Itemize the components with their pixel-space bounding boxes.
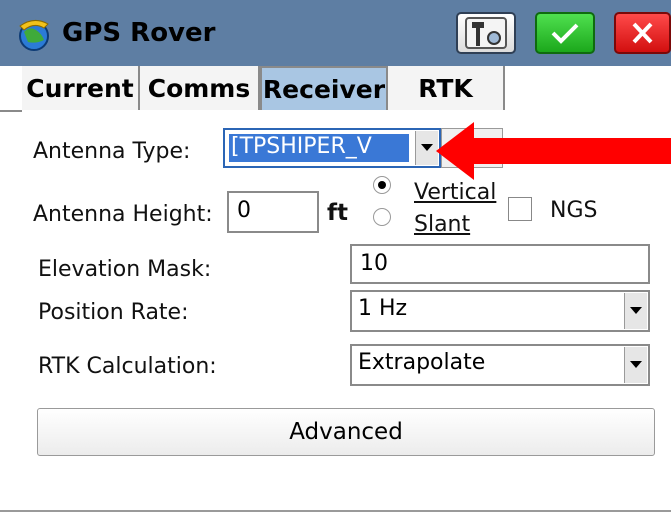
rtk-calc-dropdown[interactable]: Extrapolate: [350, 344, 650, 386]
tab-rtk[interactable]: RTK: [388, 66, 505, 110]
slant-radio[interactable]: [373, 208, 391, 226]
globe-icon: [19, 20, 49, 51]
position-rate-value: 1 Hz: [358, 296, 408, 321]
antenna-type-dropdown[interactable]: [TPSHIPER_V: [223, 128, 441, 168]
antenna-height-label: Antenna Height:: [33, 202, 213, 227]
tab-current[interactable]: Current: [22, 66, 140, 110]
check-icon: [551, 23, 579, 44]
rtk-calc-value: Extrapolate: [358, 350, 486, 375]
ok-button[interactable]: [535, 12, 595, 54]
bottom-divider: [0, 510, 671, 512]
close-icon: [632, 22, 653, 44]
vertical-radio[interactable]: [373, 176, 391, 194]
antenna-height-unit: ft: [327, 200, 349, 226]
position-rate-label: Position Rate:: [38, 300, 189, 325]
tool-icon: [465, 17, 507, 49]
antenna-height-value: 0: [237, 198, 251, 223]
position-rate-dropdown[interactable]: 1 Hz: [350, 290, 650, 332]
vertical-label: Vertical: [414, 180, 496, 205]
tool-button[interactable]: [456, 12, 516, 54]
antenna-type-label: Antenna Type:: [33, 139, 191, 164]
ngs-label: NGS: [550, 198, 598, 223]
chevron-down-icon[interactable]: [624, 347, 647, 383]
advanced-button[interactable]: Advanced: [37, 408, 655, 456]
tab-divider: [0, 110, 22, 112]
tab-comms[interactable]: Comms: [140, 66, 260, 110]
window-title: GPS Rover: [62, 18, 216, 48]
title-bar: GPS Rover: [0, 0, 671, 66]
elevation-mask-input[interactable]: 10: [350, 244, 650, 284]
chevron-down-icon[interactable]: [624, 293, 647, 329]
antenna-height-input[interactable]: 0: [227, 191, 319, 233]
slant-label-text: Slant: [414, 212, 471, 237]
tab-bar: Current Comms Receiver RTK: [0, 66, 671, 110]
arrow-pointer-icon: [436, 122, 671, 180]
tab-receiver[interactable]: Receiver: [260, 66, 388, 110]
vertical-label-text: Vertical: [414, 180, 497, 205]
elevation-mask-value: 10: [360, 251, 388, 276]
chevron-down-icon[interactable]: [415, 131, 438, 165]
slant-label: Slant: [414, 212, 470, 237]
close-button[interactable]: [614, 12, 671, 54]
ngs-checkbox[interactable]: [508, 197, 532, 221]
rtk-calc-label: RTK Calculation:: [38, 354, 217, 379]
antenna-type-value: [TPSHIPER_V: [231, 134, 372, 159]
elevation-mask-label: Elevation Mask:: [38, 257, 212, 282]
